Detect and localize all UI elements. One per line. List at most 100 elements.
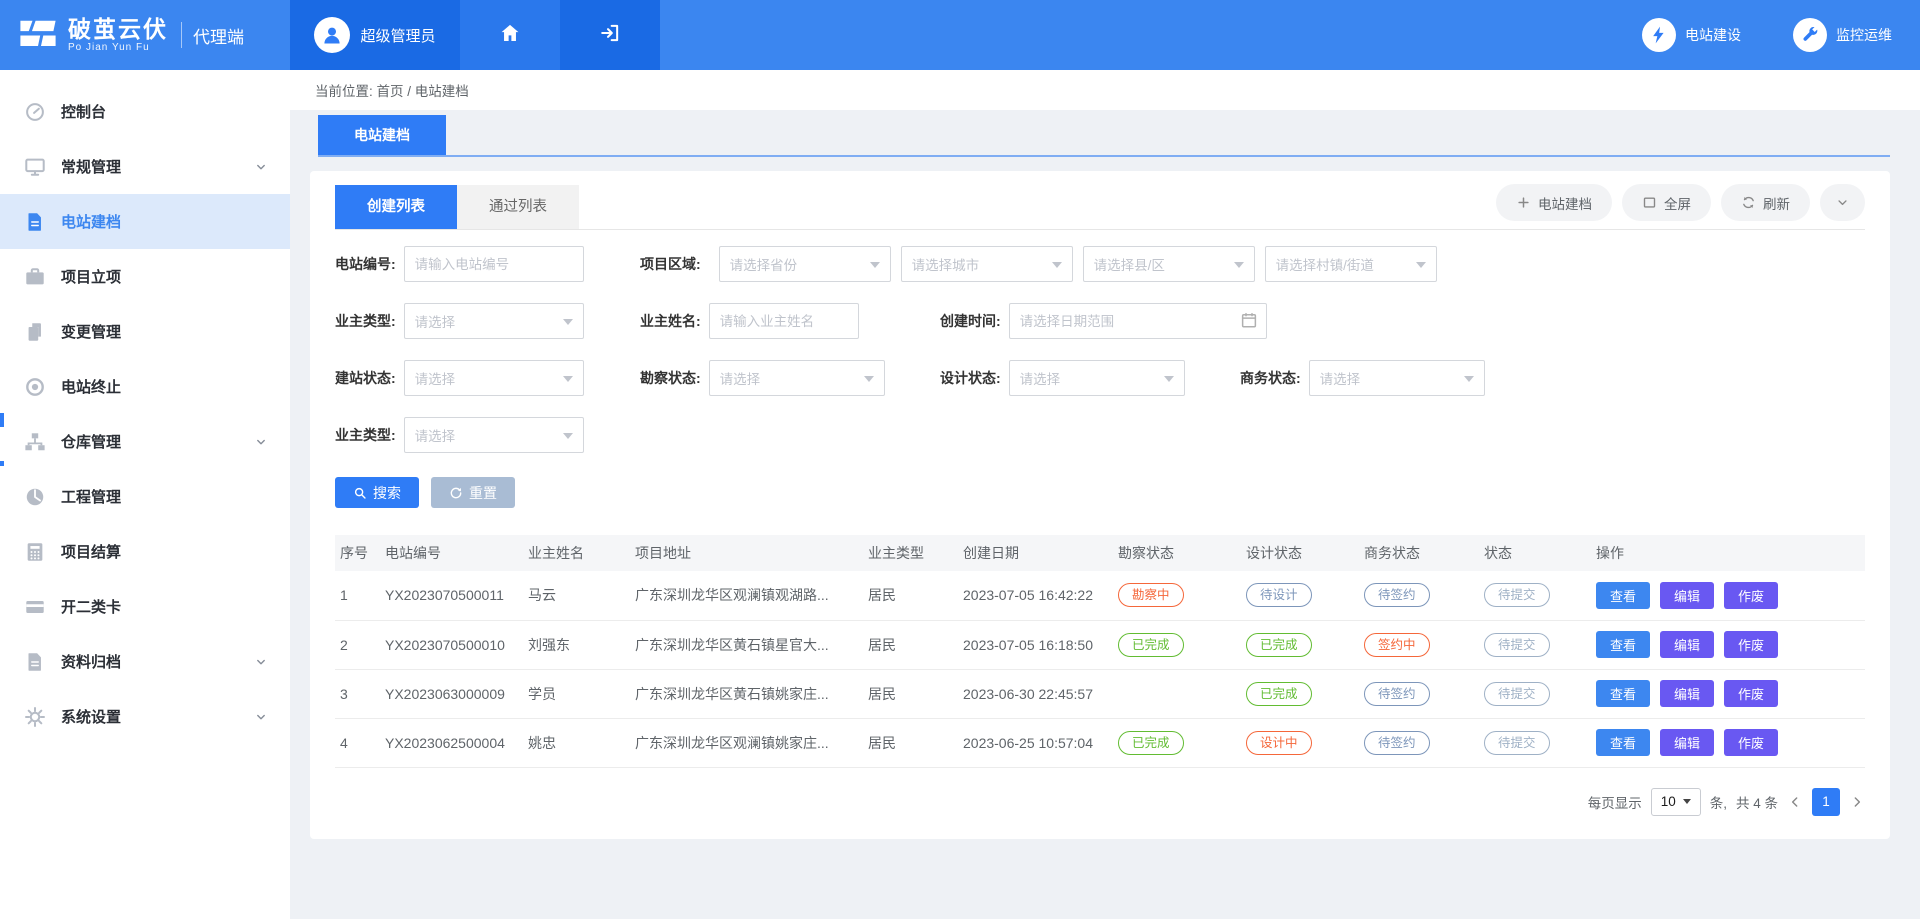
sidebar-item-engineering-management[interactable]: 工程管理 [0, 469, 290, 524]
col-status: 状态 [1479, 535, 1591, 571]
home-button[interactable] [460, 0, 560, 70]
view-button[interactable]: 查看 [1596, 729, 1650, 756]
view-button[interactable]: 查看 [1596, 582, 1650, 609]
sidebar-item-project-initiation[interactable]: 项目立项 [0, 249, 290, 304]
per-page-select[interactable]: 10 [1651, 788, 1701, 816]
owner-type2-select[interactable]: 请选择 [404, 417, 584, 453]
sidebar-scrollbar[interactable] [0, 461, 4, 466]
create-station-button[interactable]: 电站建档 [1496, 184, 1612, 221]
sidebar-item-warehouse-management[interactable]: 仓库管理 [0, 414, 290, 469]
table-row: 1YX2023070500011马云广东深圳龙华区观澜镇观湖路...居民2023… [335, 571, 1865, 620]
sidebar-item-general-management[interactable]: 常规管理 [0, 139, 290, 194]
nav-label: 电站建设 [1685, 25, 1741, 45]
next-page-button[interactable] [1849, 794, 1865, 810]
select-placeholder: 请选择 [1320, 368, 1361, 388]
city-select[interactable]: 请选择城市 [901, 246, 1073, 282]
town-select[interactable]: 请选择村镇/街道 [1265, 246, 1437, 282]
tab-create-list[interactable]: 创建列表 [335, 185, 457, 229]
logo-area: 破茧云伏 Po Jian Yun Fu 代理端 [0, 0, 290, 70]
reset-button[interactable]: 重置 [431, 477, 515, 508]
logo-text: 破茧云伏 Po Jian Yun Fu [68, 17, 168, 53]
select-placeholder: 请选择 [1020, 368, 1061, 388]
created-date-cell: 2023-06-25 10:57:04 [958, 718, 1113, 767]
sidebar-item-label: 仓库管理 [61, 431, 254, 452]
design-status-select[interactable]: 请选择 [1009, 360, 1185, 396]
sidebar-scrollbar[interactable] [0, 413, 4, 427]
sidebar: 控制台常规管理电站建档项目立项变更管理电站终止仓库管理工程管理项目结算开二类卡资… [0, 70, 290, 919]
page-tab-station-archive[interactable]: 电站建档 [318, 115, 446, 155]
select-placeholder: 请选择村镇/街道 [1276, 254, 1374, 274]
user-avatar-icon [314, 17, 350, 53]
user-menu[interactable]: 超级管理员 [290, 0, 460, 70]
sidebar-item-project-settlement[interactable]: 项目结算 [0, 524, 290, 579]
province-select[interactable]: 请选择省份 [719, 246, 891, 282]
survey-status-badge-cell: 已完成 [1113, 620, 1241, 669]
header-nav: 电站建设 监控运维 [1590, 0, 1892, 70]
business-status-select[interactable]: 请选择 [1309, 360, 1485, 396]
col-design-status: 设计状态 [1241, 535, 1359, 571]
survey-status-select[interactable]: 请选择 [709, 360, 885, 396]
filter-create-time: 创建时间: [940, 302, 1865, 340]
fullscreen-button[interactable]: 全屏 [1622, 184, 1711, 221]
page-1-button[interactable]: 1 [1812, 788, 1840, 816]
portal-label: 代理端 [193, 23, 244, 48]
edit-button[interactable]: 编辑 [1660, 680, 1714, 707]
build-status-select[interactable]: 请选择 [404, 360, 584, 396]
void-button[interactable]: 作废 [1724, 680, 1778, 707]
select-placeholder: 请选择县/区 [1094, 254, 1165, 274]
status-badge-cell: 待提交 [1479, 718, 1591, 767]
status-badge-cell: 待提交 [1479, 620, 1591, 669]
col-owner-name: 业主姓名 [523, 535, 630, 571]
station-code-cell: YX2023063000009 [380, 669, 523, 718]
date-range-input[interactable] [1009, 303, 1267, 339]
sidebar-item-system-settings[interactable]: 系统设置 [0, 689, 290, 744]
sidebar-item-data-archive[interactable]: 资料归档 [0, 634, 290, 689]
district-select[interactable]: 请选择县/区 [1083, 246, 1255, 282]
logout-button[interactable] [560, 0, 660, 70]
unit-label: 条, [1710, 792, 1727, 812]
void-button[interactable]: 作废 [1724, 729, 1778, 756]
owner-type-select[interactable]: 请选择 [404, 303, 584, 339]
sidebar-item-station-archive[interactable]: 电站建档 [0, 194, 290, 249]
prev-page-button[interactable] [1787, 794, 1803, 810]
sidebar-item-change-management[interactable]: 变更管理 [0, 304, 290, 359]
wrench-icon [1793, 18, 1827, 52]
pagination: 每页显示 10 条, 共 4 条 1 [335, 788, 1865, 816]
view-button[interactable]: 查看 [1596, 631, 1650, 658]
col-index: 序号 [335, 535, 380, 571]
search-button[interactable]: 搜索 [335, 477, 419, 508]
void-button[interactable]: 作废 [1724, 582, 1778, 609]
col-business-status: 商务状态 [1359, 535, 1479, 571]
edit-button[interactable]: 编辑 [1660, 582, 1714, 609]
edit-button[interactable]: 编辑 [1660, 729, 1714, 756]
nav-monitoring-ops[interactable]: 监控运维 [1793, 18, 1892, 52]
owner-name-input[interactable] [709, 303, 859, 339]
gear-icon [24, 705, 48, 729]
sidebar-item-label: 控制台 [61, 101, 268, 122]
sidebar-item-console[interactable]: 控制台 [0, 84, 290, 139]
survey-status-badge: 已完成 [1118, 633, 1184, 657]
business-status-badge-cell: 待签约 [1359, 571, 1479, 620]
select-placeholder: 请选择 [415, 425, 456, 445]
tab-passed-list[interactable]: 通过列表 [457, 185, 579, 229]
station-code-cell: YX2023062500004 [380, 718, 523, 767]
breadcrumb: 当前位置: 首页 / 电站建档 [290, 70, 1920, 110]
filter-form: 电站编号: 项目区域: 请选择省份 请选择城市 请选择县/区 请选择村镇/街道 … [335, 245, 1865, 454]
nav-station-construction[interactable]: 电站建设 [1642, 18, 1741, 52]
sidebar-item-station-termination[interactable]: 电站终止 [0, 359, 290, 414]
station-code-input[interactable] [404, 246, 584, 282]
design-status-badge: 已完成 [1246, 633, 1312, 657]
field-label: 业主姓名: [640, 311, 701, 331]
sidebar-item-second-class-card[interactable]: 开二类卡 [0, 579, 290, 634]
owner-name-cell: 学员 [523, 669, 630, 718]
button-label: 刷新 [1763, 193, 1790, 213]
document-icon [24, 210, 48, 234]
list-tabs: 创建列表 通过列表 [335, 185, 579, 229]
sidebar-menu: 控制台常规管理电站建档项目立项变更管理电站终止仓库管理工程管理项目结算开二类卡资… [0, 84, 290, 744]
view-button[interactable]: 查看 [1596, 680, 1650, 707]
row-index: 4 [335, 718, 380, 767]
edit-button[interactable]: 编辑 [1660, 631, 1714, 658]
void-button[interactable]: 作废 [1724, 631, 1778, 658]
refresh-button[interactable]: 刷新 [1721, 184, 1810, 221]
collapse-button[interactable] [1820, 184, 1865, 221]
